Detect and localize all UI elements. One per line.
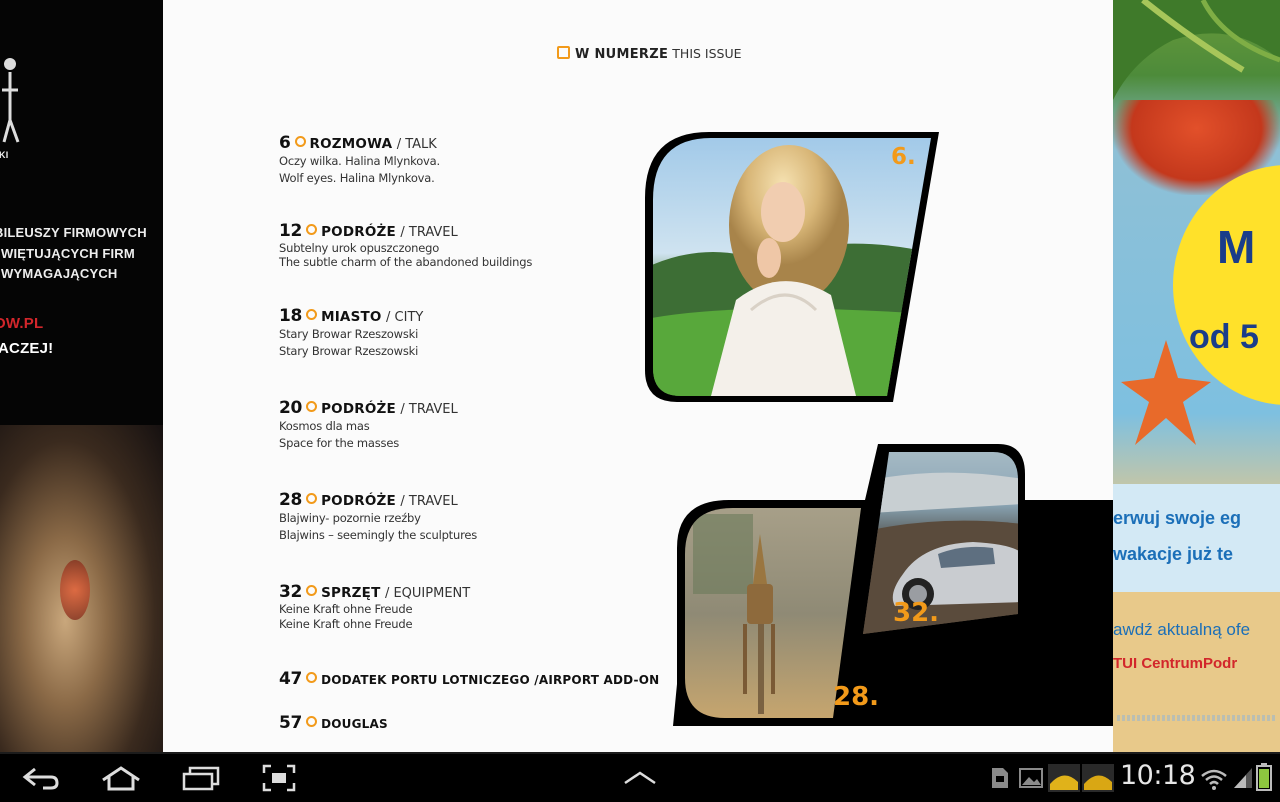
ad-line-3: awdź aktualną ofe <box>1113 620 1251 639</box>
toc-desc-pl: Blajwiny- pozornie rzeźby <box>279 511 421 525</box>
sd-card-icon <box>992 768 1008 788</box>
toc-entry-travel-28[interactable]: 28 PODRÓŻE / TRAVEL Blajwiny- pozornie rz… <box>279 490 477 544</box>
toc-entry-talk[interactable]: 6 ROZMOWA / TALK Oczy wilka. Halina Mlynk… <box>279 133 440 187</box>
ad-cta: ACZEJ! <box>0 340 54 357</box>
toc-category-en: / EQUIPMENT <box>384 586 471 601</box>
toc-page-number: 32 <box>279 582 303 602</box>
photo-page-number: 28. <box>833 682 880 712</box>
feature-photo-travel-equipment[interactable]: 32. 28. <box>673 444 1113 730</box>
toc-desc-pl: Keine Kraft ohne Freude <box>279 602 413 616</box>
circle-bullet-icon <box>306 401 318 412</box>
toc-category: MIASTO <box>321 309 382 325</box>
home-icon <box>102 766 140 791</box>
toc-page-number: 6 <box>279 133 291 153</box>
toc-page-number: 20 <box>279 398 303 418</box>
toc-category: PODRÓŻE <box>321 224 396 240</box>
ad-photo-detail <box>60 560 90 620</box>
feature-photo-talk-image <box>645 132 939 402</box>
ad-line-2: WIĘTUJĄCYCH FIRM <box>1 246 135 261</box>
toc-category: SPRZĘT <box>321 585 381 601</box>
toc-category-en: / TRAVEL <box>400 225 458 240</box>
toc-entry-equipment[interactable]: 32 SPRZĘT / EQUIPMENT Keine Kraft ohne Fr… <box>279 582 470 632</box>
toc-page-number: 57 <box>279 713 303 733</box>
logo-text: KI <box>0 150 9 160</box>
back-icon <box>22 767 59 790</box>
feature-photo-collage <box>673 444 1113 726</box>
back-button[interactable] <box>14 760 68 796</box>
toc-desc-pl: Oczy wilka. Halina Mlynkova. <box>279 154 440 168</box>
ad-url: OW.PL <box>0 315 44 332</box>
photo-page-number: 6. <box>891 144 916 170</box>
square-bullet-icon <box>557 46 570 59</box>
recent-apps-icon <box>182 766 220 791</box>
ad-line-1: BILEUSZY FIRMOWYCH <box>0 225 147 240</box>
toc-category: PODRÓŻE <box>321 401 396 417</box>
left-page-ad: KI BILEUSZY FIRMOWYCH WIĘTUJĄCYCH FIRM W… <box>0 0 163 752</box>
circle-bullet-icon <box>306 224 318 235</box>
circle-bullet-icon <box>306 493 318 504</box>
circle-bullet-icon <box>306 585 318 596</box>
toc-entry-travel-12[interactable]: 12 PODRÓŻE / TRAVEL Subtelny urok opuszcz… <box>279 221 532 269</box>
ad-band <box>1113 484 1280 592</box>
toc-desc-pl: Kosmos dla mas <box>279 419 370 433</box>
toc-page-number: 47 <box>279 669 303 689</box>
starfish-icon <box>1121 340 1211 445</box>
issue-header-en: THIS ISSUE <box>672 46 742 61</box>
ad-brand: TUI CentrumPodr <box>1113 655 1238 672</box>
toc-desc-en: Keine Kraft ohne Freude <box>279 617 413 631</box>
toc-category-en: / CITY <box>386 310 424 325</box>
toc-category: PODRÓŻE <box>321 493 396 509</box>
ad-line-1: erwuj swoje eg <box>1113 508 1242 528</box>
toc-entry-airport[interactable]: 47 DODATEK PORTU LOTNICZEGO /AIRPORT ADD-… <box>279 669 659 689</box>
chevron-up-icon <box>624 771 656 785</box>
toc-desc-en: Stary Browar Rzeszowski <box>279 344 419 358</box>
toc-category: DOUGLAS <box>321 717 388 731</box>
gallery-icon <box>1019 768 1043 788</box>
system-bar-toggle[interactable] <box>613 760 667 796</box>
circle-bullet-icon <box>306 672 318 683</box>
toc-desc-en: Blajwins – seemingly the sculptures <box>279 528 478 542</box>
toc-page-number: 18 <box>279 306 303 326</box>
palm-leaves-icon <box>1113 0 1280 100</box>
screenshot-icon <box>262 764 296 792</box>
toc-desc-en: Wolf eyes. Halina Mlynkova. <box>279 171 435 185</box>
battery-icon <box>1256 763 1272 791</box>
toc-category-en: / TALK <box>396 137 437 152</box>
toc-page-number: 12 <box>279 221 303 241</box>
circle-bullet-icon <box>294 136 306 147</box>
right-page-ad: M od 5 erwuj swoje eg wakacje już te awd… <box>1113 0 1280 752</box>
toc-category-en: / TRAVEL <box>400 494 458 509</box>
signal-strength-icon <box>1234 768 1252 788</box>
toc-category: ROZMOWA <box>309 136 393 152</box>
circle-bullet-icon <box>306 716 318 727</box>
recent-apps-button[interactable] <box>174 760 228 796</box>
toc-category-en: / TRAVEL <box>400 402 458 417</box>
feature-photo-talk[interactable]: 6. <box>641 130 941 404</box>
toc-desc-en: The subtle charm of the abandoned buildi… <box>279 255 533 269</box>
ad-line-3: WYMAGAJĄCYCH <box>1 266 118 281</box>
status-clock: 10:18 <box>1120 760 1196 791</box>
issue-header: W NUMERZE THIS ISSUE <box>557 46 742 62</box>
home-button[interactable] <box>94 760 148 796</box>
toc-page-number: 28 <box>279 490 303 510</box>
circle-bullet-icon <box>306 309 318 320</box>
contents-page: W NUMERZE THIS ISSUE 6 ROZMOWA / TALK Ocz… <box>163 0 1113 752</box>
notification-thumbnails-icon <box>1048 764 1114 792</box>
photo-page-number: 32. <box>893 598 940 628</box>
toc-entry-travel-20[interactable]: 20 PODRÓŻE / TRAVEL Kosmos dla mas Space f… <box>279 398 458 452</box>
ad-headline: M <box>1217 221 1256 273</box>
screenshot-button[interactable] <box>252 760 306 796</box>
issue-header-pl: W NUMERZE <box>575 47 669 62</box>
toc-entry-douglas[interactable]: 57 DOUGLAS <box>279 713 388 733</box>
ad-fine-print <box>1117 715 1277 721</box>
toc-entry-city[interactable]: 18 MIASTO / CITY Stary Browar Rzeszowski S… <box>279 306 423 360</box>
toc-category: DODATEK PORTU LOTNICZEGO /AIRPORT ADD-ON <box>321 673 660 687</box>
system-navigation-bar: 10:18 <box>0 752 1280 802</box>
toc-desc-en: Space for the masses <box>279 436 399 450</box>
logo-icon <box>2 58 20 143</box>
toc-desc-pl: Stary Browar Rzeszowski <box>279 327 419 341</box>
toc-desc-pl: Subtelny urok opuszczonego <box>279 241 440 255</box>
ad-line-2: wakacje już te <box>1113 544 1234 564</box>
wifi-icon <box>1201 769 1227 790</box>
